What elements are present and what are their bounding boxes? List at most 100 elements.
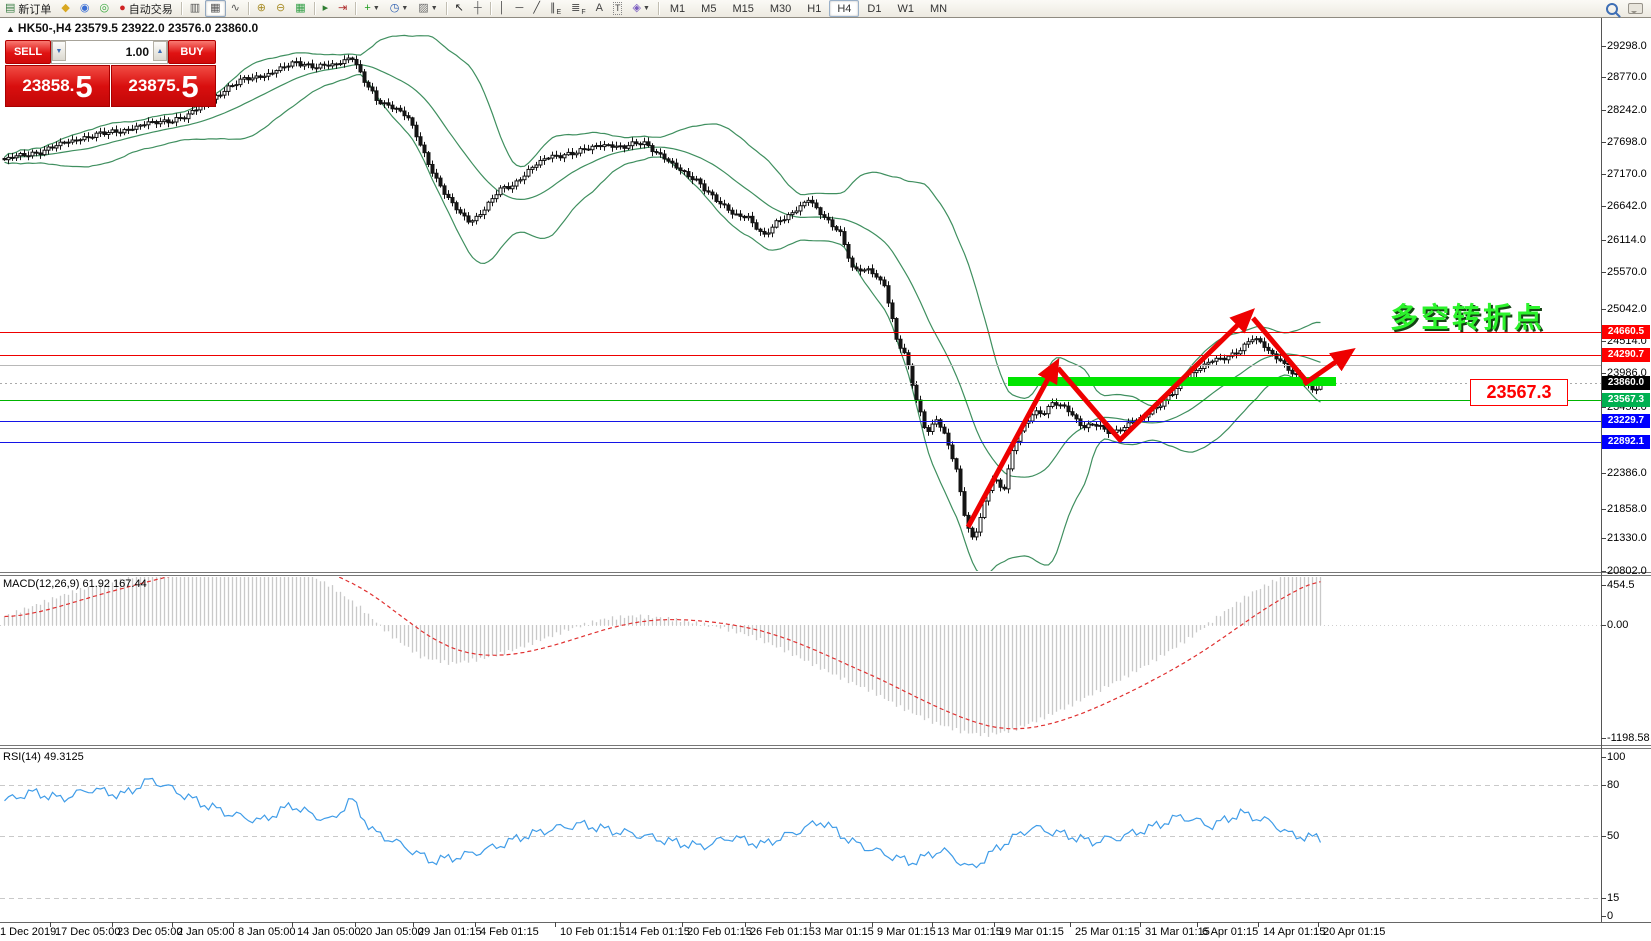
one-click-trading-panel: SELL ▼ ▲ BUY 23858.5 23875.5 xyxy=(5,40,214,105)
time-tick-label: 14 Jan 05:00 xyxy=(297,926,361,938)
sell-price-pips: 5 xyxy=(75,71,92,102)
bar-chart-mode-icon: ▥ xyxy=(190,1,200,16)
timeframe-w1-button[interactable]: W1 xyxy=(889,0,922,17)
timeframe-m5-button[interactable]: M5 xyxy=(693,0,724,17)
periods-icon: ◷ xyxy=(390,1,400,16)
text-label-button[interactable]: T xyxy=(608,0,628,17)
toolbar-separator xyxy=(248,2,249,15)
rsi-indicator-label: RSI(14) 49.3125 xyxy=(3,751,84,763)
legend-text: HK50-,H4 23579.5 23922.0 23576.0 23860.0 xyxy=(18,21,258,35)
zoom-out-button[interactable]: ⊖ xyxy=(271,0,290,17)
search-icon[interactable] xyxy=(1606,3,1618,15)
new-order-label: 新订单 xyxy=(18,1,51,17)
time-tick-label: 14 Feb 01:15 xyxy=(625,926,690,938)
cursor-icon: ↖ xyxy=(455,1,464,16)
toolbar-items: ▤新订单◆◉◎●自动交易▥▦∿⊕⊖▦▸⇥+▼◷▼▨▼↖┼│─╱∥E≣FAT◈▼M… xyxy=(0,0,955,17)
buy-price-pips: 5 xyxy=(181,71,198,102)
toolbar-separator xyxy=(490,2,491,15)
templates-dropdown-icon[interactable]: ▼ xyxy=(431,5,438,12)
time-tick-label: 19 Mar 01:15 xyxy=(999,926,1064,938)
timeframe-m1-button[interactable]: M1 xyxy=(662,0,693,17)
auto-trading-button[interactable]: ●自动交易 xyxy=(114,0,178,17)
candlestick-mode-button[interactable]: ▦ xyxy=(205,0,225,17)
periods-button[interactable]: ◷▼ xyxy=(385,0,414,17)
toolbar-separator xyxy=(314,2,315,15)
indicators-button[interactable]: +▼ xyxy=(359,0,384,17)
timeframe-d1-button[interactable]: D1 xyxy=(859,0,889,17)
sell-button[interactable]: SELL xyxy=(5,40,51,64)
fibonacci-icon: ≣ xyxy=(571,1,580,16)
buy-price-main: 23875. xyxy=(128,76,180,96)
timeframe-m30-button[interactable]: M30 xyxy=(762,0,799,17)
time-tick-label: 26 Feb 01:15 xyxy=(750,926,815,938)
trendline-button[interactable]: ╱ xyxy=(528,0,545,17)
bar-chart-mode-button[interactable]: ▥ xyxy=(185,0,205,17)
time-tick-label: 1 Dec 2019 xyxy=(0,926,56,938)
equidistant-channel-button[interactable]: ∥E xyxy=(545,0,566,17)
timeframe-m15-button[interactable]: M15 xyxy=(724,0,761,17)
time-tick-label: 17 Dec 05:00 xyxy=(55,926,120,938)
line-chart-mode-button[interactable]: ∿ xyxy=(226,0,245,17)
zoom-in-button[interactable]: ⊕ xyxy=(252,0,271,17)
time-tick-label: 10 Feb 01:15 xyxy=(560,926,625,938)
tile-windows-button[interactable]: ▦ xyxy=(290,0,310,17)
time-tick-label: 20 Apr 01:15 xyxy=(1323,926,1385,938)
text-label-icon: T xyxy=(613,2,623,15)
time-tick-label: 6 Apr 01:15 xyxy=(1202,926,1258,938)
periods-dropdown-icon[interactable]: ▼ xyxy=(401,5,408,12)
arrows-button[interactable]: ◈▼ xyxy=(627,0,654,17)
templates-button[interactable]: ▨▼ xyxy=(413,0,442,17)
arrows-dropdown-icon[interactable]: ▼ xyxy=(643,5,650,12)
time-tick-label: 31 Mar 01:15 xyxy=(1145,926,1210,938)
zoom-out-icon: ⊖ xyxy=(276,1,285,16)
crosshair-button[interactable]: ┼ xyxy=(469,0,487,17)
community-icon: ◉ xyxy=(80,1,90,16)
new-order-icon: ▤ xyxy=(5,1,15,16)
timeframe-mn-button[interactable]: MN xyxy=(922,0,955,17)
indicators-dropdown-icon[interactable]: ▼ xyxy=(373,5,380,12)
text-button[interactable]: A xyxy=(591,0,608,17)
time-tick-label: 3 Mar 01:15 xyxy=(815,926,874,938)
time-tick-label: 20 Feb 01:15 xyxy=(687,926,752,938)
new-order-button[interactable]: ▤新订单 xyxy=(0,0,56,17)
time-tick-label: 14 Apr 01:15 xyxy=(1263,926,1325,938)
trendline-icon: ╱ xyxy=(533,1,540,16)
toolbar-separator xyxy=(181,2,182,15)
vertical-line-icon: │ xyxy=(499,1,506,16)
volume-input[interactable] xyxy=(66,41,153,63)
mt4-window: ▤新订单◆◉◎●自动交易▥▦∿⊕⊖▦▸⇥+▼◷▼▨▼↖┼│─╱∥E≣FAT◈▼M… xyxy=(0,0,1651,941)
chat-icon[interactable] xyxy=(1628,3,1643,14)
signals-button[interactable]: ◎ xyxy=(94,0,114,17)
timeframe-h1-button[interactable]: H1 xyxy=(799,0,829,17)
time-tick-label: 13 Mar 01:15 xyxy=(937,926,1002,938)
volume-stepper: ▼ ▲ xyxy=(51,40,168,64)
buy-price-display[interactable]: 23875.5 xyxy=(111,65,216,107)
volume-decrease-button[interactable]: ▼ xyxy=(52,41,66,61)
vertical-line-button[interactable]: │ xyxy=(494,0,511,17)
fibonacci-button[interactable]: ≣F xyxy=(566,0,591,17)
time-tick-label: 4 Feb 01:15 xyxy=(480,926,539,938)
equidistant-channel-sub-label: E xyxy=(556,9,561,16)
time-tick-label: 9 Mar 01:15 xyxy=(877,926,936,938)
timeframe-h4-button[interactable]: H4 xyxy=(829,0,859,17)
crosshair-icon: ┼ xyxy=(474,1,482,16)
horizontal-line-button[interactable]: ─ xyxy=(511,0,529,17)
alerts-button[interactable]: ◆ xyxy=(56,0,74,17)
cursor-button[interactable]: ↖ xyxy=(450,0,469,17)
support-price-label: 23567.3 xyxy=(1470,379,1568,406)
sell-price-display[interactable]: 23858.5 xyxy=(5,65,110,107)
ohlc-direction-icon: ▲ xyxy=(6,24,15,34)
volume-increase-button[interactable]: ▲ xyxy=(153,41,167,61)
candlestick-mode-icon: ▦ xyxy=(210,1,220,16)
auto-scroll-button[interactable]: ▸ xyxy=(318,0,334,17)
toolbar-separator xyxy=(355,2,356,15)
buy-button[interactable]: BUY xyxy=(168,40,216,64)
time-axis[interactable]: 1 Dec 201917 Dec 05:0023 Dec 05:002 Jan … xyxy=(0,0,1651,941)
turning-point-annotation: 多空转折点 xyxy=(1390,296,1545,336)
time-tick-label: 29 Jan 01:15 xyxy=(418,926,482,938)
community-button[interactable]: ◉ xyxy=(75,0,95,17)
chart-shift-button[interactable]: ⇥ xyxy=(333,0,352,17)
time-tick-label: 25 Mar 01:15 xyxy=(1075,926,1140,938)
time-tick-label: 23 Dec 05:00 xyxy=(117,926,182,938)
horizontal-line-icon: ─ xyxy=(516,1,524,16)
